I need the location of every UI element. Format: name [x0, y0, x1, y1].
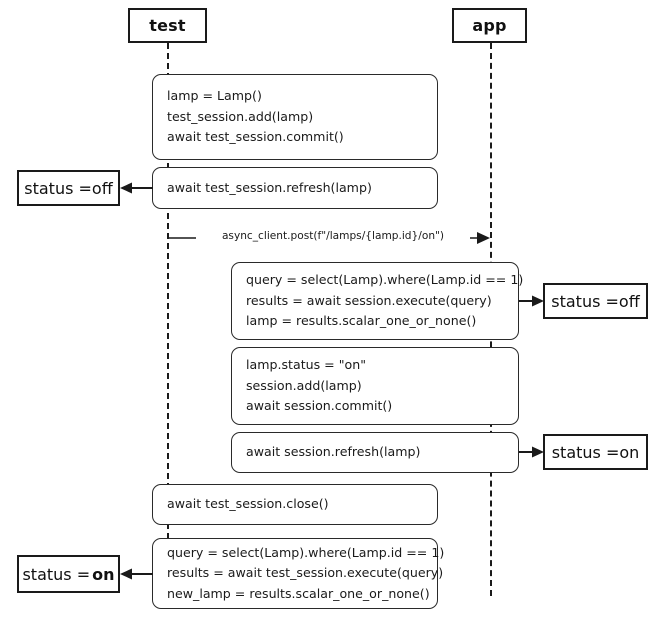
activity-box-4[interactable]: lamp.status = "on" session.add(lamp) awa…	[231, 347, 519, 425]
sequence-diagram: test app lamp = Lamp() test_session.add(…	[0, 0, 660, 622]
participant-test[interactable]: test	[128, 8, 207, 43]
activity-box-3[interactable]: query = select(Lamp).where(Lamp.id == 1)…	[231, 262, 524, 340]
status-badge-3: status = on	[543, 434, 648, 470]
code-line: new_lamp = results.scalar_one_or_none()	[167, 585, 430, 601]
activity-box-1[interactable]: lamp = Lamp() test_session.add(lamp) awa…	[152, 74, 438, 160]
status-value: off	[618, 291, 640, 311]
code-line: await test_session.close()	[167, 496, 329, 512]
code-line: await session.refresh(lamp)	[246, 444, 421, 460]
participant-app[interactable]: app	[452, 8, 527, 43]
activity-box-5[interactable]: await session.refresh(lamp)	[231, 432, 519, 473]
code-line: await session.commit()	[246, 398, 393, 414]
code-line: results = await session.execute(query)	[246, 292, 492, 308]
code-line: query = select(Lamp).where(Lamp.id == 1)	[167, 544, 445, 560]
arrow-to-status-2	[519, 293, 545, 309]
status-value: on	[619, 442, 640, 462]
status-label: status =	[551, 442, 620, 462]
status-badge-2: status = off	[543, 283, 648, 319]
status-label: status =	[551, 291, 619, 311]
status-label: status =	[24, 178, 92, 198]
code-line: await test_session.commit()	[167, 129, 344, 145]
status-badge-4: status = on	[17, 555, 120, 593]
code-line: query = select(Lamp).where(Lamp.id == 1)	[246, 272, 524, 288]
message-label-http-post: async_client.post(f"/lamps/{lamp.id}/on"…	[196, 230, 470, 242]
status-value: on	[92, 564, 115, 584]
status-badge-1: status = off	[17, 170, 120, 206]
arrow-to-status-1	[120, 180, 153, 196]
activity-box-2[interactable]: await test_session.refresh(lamp)	[152, 167, 438, 209]
code-line: lamp = results.scalar_one_or_none()	[246, 313, 477, 329]
code-line: lamp = Lamp()	[167, 88, 262, 104]
arrow-to-status-4	[120, 566, 153, 582]
status-label: status =	[22, 564, 91, 584]
code-line: session.add(lamp)	[246, 377, 362, 393]
code-line: results = await test_session.execute(que…	[167, 565, 444, 581]
arrow-to-status-3	[519, 444, 545, 460]
code-line: await test_session.refresh(lamp)	[167, 179, 372, 195]
code-line: lamp.status = "on"	[246, 357, 367, 373]
status-value: off	[91, 178, 113, 198]
code-line: test_session.add(lamp)	[167, 108, 314, 124]
activity-box-7[interactable]: query = select(Lamp).where(Lamp.id == 1)…	[152, 538, 445, 609]
activity-box-6[interactable]: await test_session.close()	[152, 484, 438, 525]
